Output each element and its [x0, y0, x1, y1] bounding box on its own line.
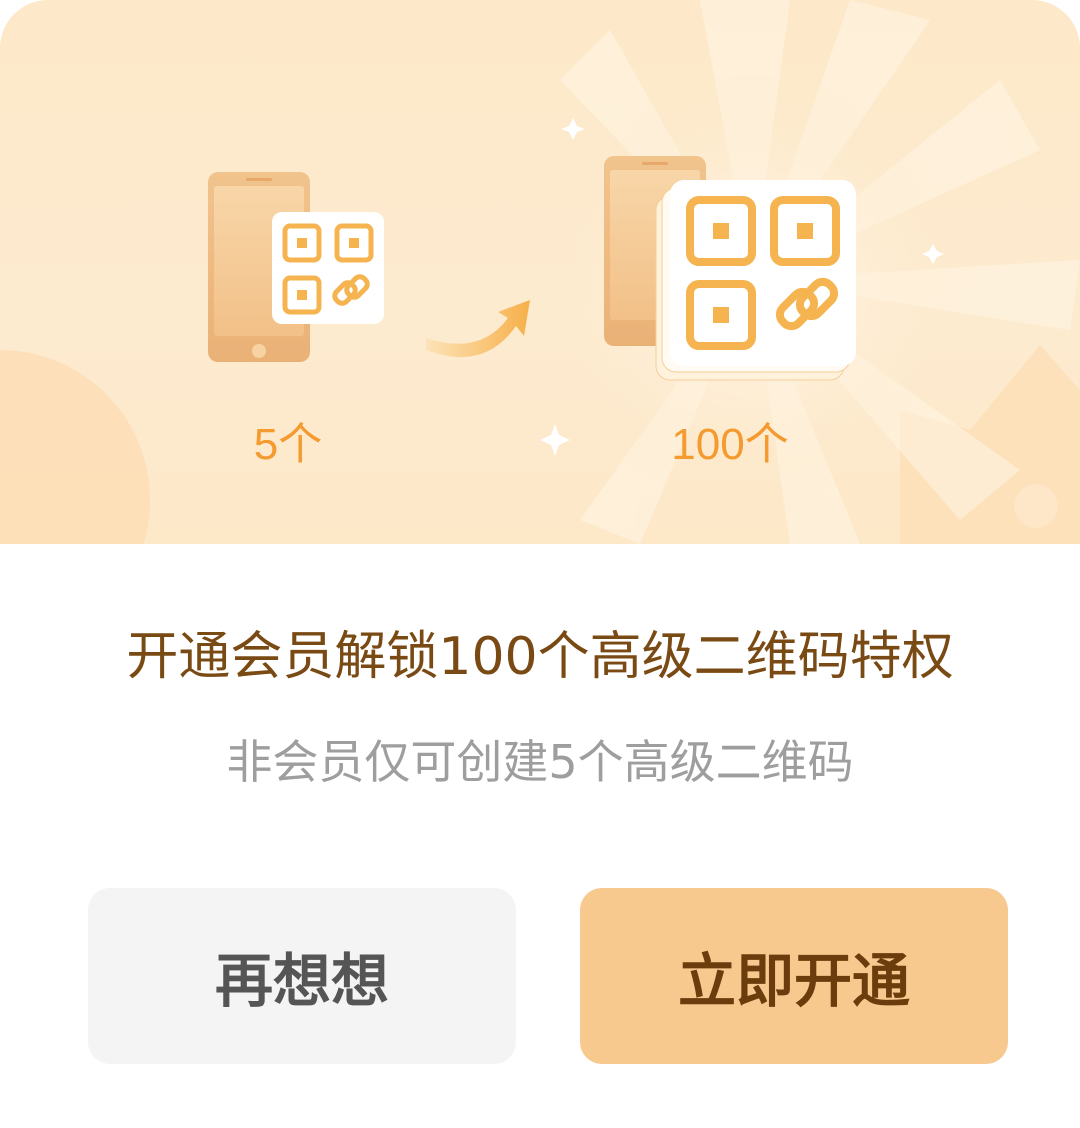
banner-illustration [0, 0, 1080, 544]
sparkle-icon [561, 118, 585, 140]
bg-circle [0, 350, 150, 544]
cancel-button[interactable]: 再想想 [88, 888, 516, 1064]
dialog-subtitle: 非会员仅可创建5个高级二维码 [226, 735, 854, 789]
activate-membership-button[interactable]: 立即开通 [580, 888, 1008, 1064]
sparkle-icon [540, 424, 570, 456]
bg-dot [1014, 484, 1058, 528]
promo-banner: 5个 100个 [0, 0, 1080, 544]
qr-code-icon [272, 212, 384, 324]
count-after-label: 100个 [671, 420, 789, 469]
upgrade-dialog: 5个 100个 开通会员解锁100个高级二维码特权 非会员仅可创建5个高级二维码… [0, 0, 1080, 1128]
qr-code-icon [655, 180, 856, 381]
count-before-label: 5个 [253, 420, 323, 469]
dialog-title: 开通会员解锁100个高级二维码特权 [126, 627, 954, 687]
arrow-icon [426, 300, 530, 358]
